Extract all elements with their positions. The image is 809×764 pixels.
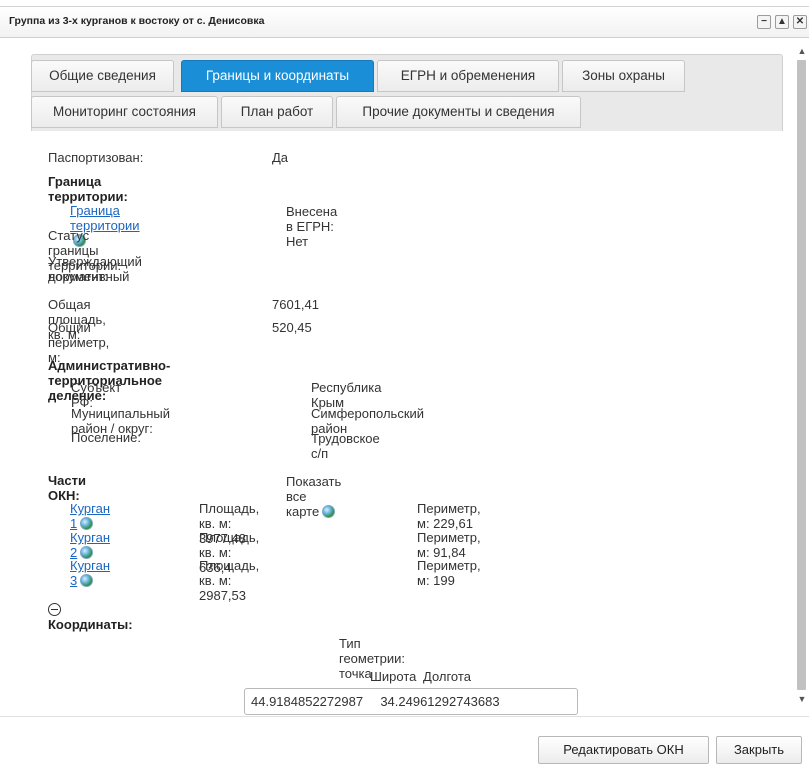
kurgan-3-perimeter: Периметр, м: 199 bbox=[417, 558, 481, 588]
globe-icon[interactable] bbox=[322, 505, 336, 518]
globe-icon[interactable] bbox=[80, 574, 94, 587]
close-window-button[interactable]: ✕ bbox=[793, 15, 807, 29]
approving-doc-label-2: документ: bbox=[48, 269, 108, 284]
edit-okn-button[interactable]: Редактировать ОКН bbox=[538, 736, 709, 764]
longitude-label: Долгота bbox=[423, 669, 471, 684]
tab-egrn-encumbrances[interactable]: ЕГРН и обременения bbox=[377, 60, 559, 92]
total-perimeter-value: 520,45 bbox=[272, 320, 312, 335]
show-all-on-map[interactable]: Показать все карте bbox=[286, 474, 341, 519]
total-area-value: 7601,41 bbox=[272, 297, 319, 312]
kurgan-3-link[interactable]: Курган 3 bbox=[70, 558, 110, 588]
collapse-minus-icon[interactable] bbox=[48, 603, 61, 616]
tab-condition-monitoring[interactable]: Мониторинг состояния bbox=[31, 96, 218, 128]
passported-value: Да bbox=[272, 150, 289, 165]
coordinates-toggle[interactable]: Координаты: bbox=[48, 602, 133, 632]
okn-parts-heading: Части ОКН: bbox=[48, 473, 86, 503]
settlement-value: Трудовское с/п bbox=[311, 431, 380, 461]
latitude-label: Широта bbox=[370, 669, 417, 684]
window-titlebar: Группа из 3-х курганов к востоку от с. Д… bbox=[0, 6, 809, 38]
minimize-button[interactable]: − bbox=[757, 15, 771, 29]
tab-borders-coordinates[interactable]: Границы и координаты bbox=[181, 60, 374, 92]
maximize-button[interactable]: ▲ bbox=[775, 15, 789, 29]
egrn-status: Внесена в ЕГРН: Нет bbox=[286, 204, 338, 249]
footer-divider bbox=[0, 716, 809, 717]
close-button[interactable]: Закрыть bbox=[716, 736, 802, 764]
kurgan-1-link[interactable]: Курган 1 bbox=[70, 501, 110, 531]
longitude-value: 34.24961292743683 bbox=[380, 694, 500, 709]
coordinates-heading: Координаты: bbox=[48, 617, 133, 632]
kurgan-3-area: Площадь, кв. м: 2987,53 bbox=[199, 558, 260, 603]
scrollbar-thumb[interactable] bbox=[797, 60, 806, 690]
latitude-value: 44.9184852272987 bbox=[251, 694, 364, 709]
tab-general-info[interactable]: Общие сведения bbox=[31, 60, 174, 92]
globe-icon[interactable] bbox=[80, 517, 94, 530]
tab-work-plan[interactable]: План работ bbox=[221, 96, 333, 128]
territory-border-heading: Граница территории: bbox=[48, 174, 128, 204]
passported-label: Паспортизован: bbox=[48, 150, 144, 165]
kurgan-1-perimeter: Периметр, м: 229,61 bbox=[417, 501, 481, 531]
scroll-up-arrow-icon[interactable]: ▲ bbox=[795, 46, 809, 60]
vertical-scrollbar[interactable]: ▲ ▼ bbox=[795, 38, 809, 710]
scroll-down-arrow-icon[interactable]: ▼ bbox=[795, 694, 809, 708]
settlement-label: Поселение: bbox=[71, 430, 141, 445]
kurgan-2-link[interactable]: Курган 2 bbox=[70, 530, 110, 560]
tab-protection-zones[interactable]: Зоны охраны bbox=[562, 60, 685, 92]
tab-other-documents[interactable]: Прочие документы и сведения bbox=[336, 96, 581, 128]
coordinates-field[interactable]: 44.9184852272987 34.24961292743683 bbox=[244, 688, 578, 715]
kurgan-2-perimeter: Периметр, м: 91,84 bbox=[417, 530, 481, 560]
window-title: Группа из 3-х курганов к востоку от с. Д… bbox=[9, 15, 265, 27]
